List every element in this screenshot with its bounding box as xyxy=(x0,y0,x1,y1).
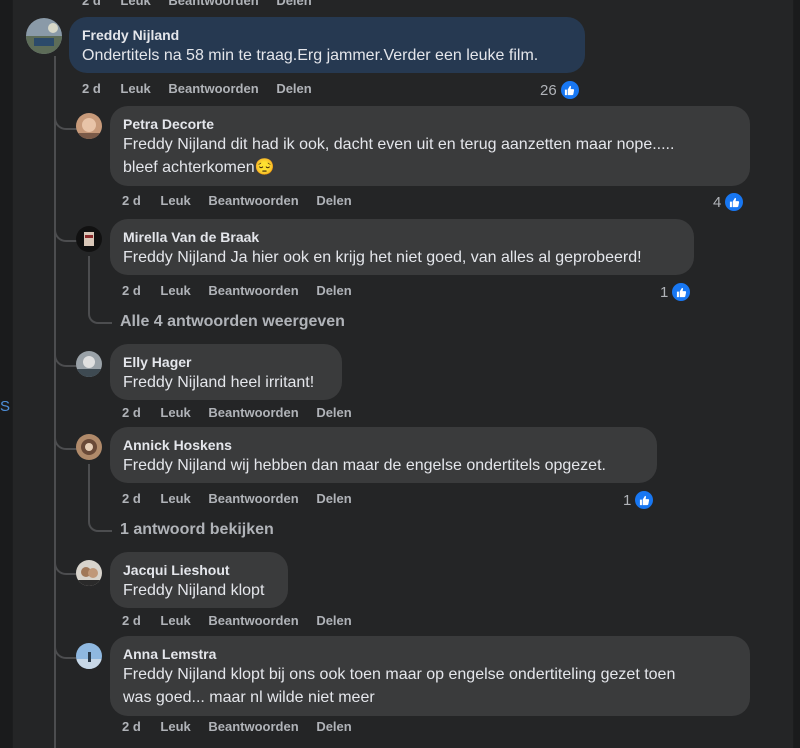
reply-bubble: Annick Hoskens Freddy Nijland wij hebben… xyxy=(110,427,657,483)
avatar-petra-decorte[interactable] xyxy=(76,113,102,139)
reply-actions: 2 d Leuk Beantwoorden Delen xyxy=(122,193,352,208)
avatar-mirella-van-de-braak[interactable] xyxy=(76,226,102,252)
comment-age[interactable]: 2 d xyxy=(82,81,101,96)
like-link[interactable]: Leuk xyxy=(120,81,150,96)
reply-author[interactable]: Annick Hoskens xyxy=(123,436,644,454)
like-link[interactable]: Leuk xyxy=(160,193,190,208)
reaction-count[interactable]: 1 xyxy=(623,489,656,511)
reply-actions: 2 d Leuk Beantwoorden Delen xyxy=(122,719,352,734)
reply-link[interactable]: Beantwoorden xyxy=(208,405,298,420)
like-reaction-icon xyxy=(723,191,746,213)
avatar-annick-hoskens[interactable] xyxy=(76,434,102,460)
reply-author[interactable]: Mirella Van de Braak xyxy=(123,228,681,246)
view-more-replies-link[interactable]: 1 antwoord bekijken xyxy=(120,521,274,539)
subthread-line xyxy=(88,256,90,308)
reply-author[interactable]: Elly Hager xyxy=(123,353,329,371)
share-link[interactable]: Delen xyxy=(316,405,351,420)
like-link[interactable]: Leuk xyxy=(160,405,190,420)
share-link[interactable]: Delen xyxy=(276,81,311,96)
share-link[interactable]: Delen xyxy=(316,491,351,506)
reply-text-line: bleef achterkomen😔 xyxy=(123,159,275,176)
reply-text-line: Freddy Nijland klopt bij ons ook toen ma… xyxy=(123,666,676,683)
like-link[interactable]: Leuk xyxy=(160,719,190,734)
like-link[interactable]: Leuk xyxy=(160,613,190,628)
comment-bubble-main: Freddy Nijland Ondertitels na 58 min te … xyxy=(69,17,585,73)
previous-comment-actions: 2 d Leuk Beantwoorden Delen xyxy=(82,0,326,8)
reply-actions: 2 d Leuk Beantwoorden Delen xyxy=(122,491,352,506)
reply-text-line: was goed... maar nl wilde niet meer xyxy=(123,689,375,706)
reaction-count[interactable]: 26 xyxy=(540,79,581,101)
reply-link[interactable]: Beantwoorden xyxy=(208,491,298,506)
like-reaction-icon xyxy=(633,489,656,511)
share-link[interactable]: Delen xyxy=(316,193,351,208)
reply-text: Freddy Nijland klopt xyxy=(123,582,265,599)
reply-bubble: Elly Hager Freddy Nijland heel irritant! xyxy=(110,344,342,400)
share-link[interactable]: Delen xyxy=(316,283,351,298)
avatar-freddy-nijland[interactable] xyxy=(26,18,62,54)
reply-bubble: Jacqui Lieshout Freddy Nijland klopt xyxy=(110,552,288,608)
reply-text-line: Freddy Nijland dit had ik ook, dacht eve… xyxy=(123,136,675,153)
like-link[interactable]: Leuk xyxy=(160,491,190,506)
reply-link[interactable]: Beantwoorden xyxy=(168,0,258,8)
comments-panel: 2 d Leuk Beantwoorden Delen Freddy Nijla… xyxy=(12,0,794,748)
avatar-elly-hager[interactable] xyxy=(76,351,102,377)
reply-author[interactable]: Jacqui Lieshout xyxy=(123,561,275,579)
reply-author[interactable]: Petra Decorte xyxy=(123,115,737,133)
avatar-jacqui-lieshout[interactable] xyxy=(76,560,102,586)
share-link[interactable]: Delen xyxy=(316,613,351,628)
share-link[interactable]: Delen xyxy=(276,0,311,8)
reply-text: Freddy Nijland Ja hier ook en krijg het … xyxy=(123,249,642,266)
reply-link[interactable]: Beantwoorden xyxy=(208,613,298,628)
reply-actions: 2 d Leuk Beantwoorden Delen xyxy=(122,283,352,298)
share-link[interactable]: Delen xyxy=(316,719,351,734)
reaction-count[interactable]: 4 xyxy=(713,191,746,213)
like-reaction-icon xyxy=(558,79,581,101)
reply-bubble: Petra Decorte Freddy Nijland dit had ik … xyxy=(110,106,750,186)
subthread-line xyxy=(88,464,90,516)
reply-link[interactable]: Beantwoorden xyxy=(208,193,298,208)
reply-link[interactable]: Beantwoorden xyxy=(208,283,298,298)
like-link[interactable]: Leuk xyxy=(120,0,150,8)
avatar-anna-lemstra[interactable] xyxy=(76,643,102,669)
comment-actions: 2 d Leuk Beantwoorden Delen xyxy=(82,81,326,96)
reply-text: Freddy Nijland wij hebben dan maar de en… xyxy=(123,457,606,474)
reply-bubble: Anna Lemstra Freddy Nijland klopt bij on… xyxy=(110,636,750,716)
like-reaction-icon xyxy=(670,281,693,303)
reply-actions: 2 d Leuk Beantwoorden Delen xyxy=(122,405,352,420)
reply-text: Freddy Nijland heel irritant! xyxy=(123,374,315,391)
like-link[interactable]: Leuk xyxy=(160,283,190,298)
comment-text: Ondertitels na 58 min te traag.Erg jamme… xyxy=(82,47,539,64)
reply-link[interactable]: Beantwoorden xyxy=(208,719,298,734)
reply-link[interactable]: Beantwoorden xyxy=(168,81,258,96)
subthread-connector xyxy=(88,308,112,324)
reply-actions: 2 d Leuk Beantwoorden Delen xyxy=(122,613,352,628)
reply-author[interactable]: Anna Lemstra xyxy=(123,645,737,663)
view-more-replies-link[interactable]: Alle 4 antwoorden weergeven xyxy=(120,313,345,331)
background-text-fragment: S xyxy=(0,398,11,415)
reply-bubble: Mirella Van de Braak Freddy Nijland Ja h… xyxy=(110,219,694,275)
comment-author[interactable]: Freddy Nijland xyxy=(82,26,572,44)
reaction-count[interactable]: 1 xyxy=(660,281,693,303)
subthread-connector xyxy=(88,516,112,532)
